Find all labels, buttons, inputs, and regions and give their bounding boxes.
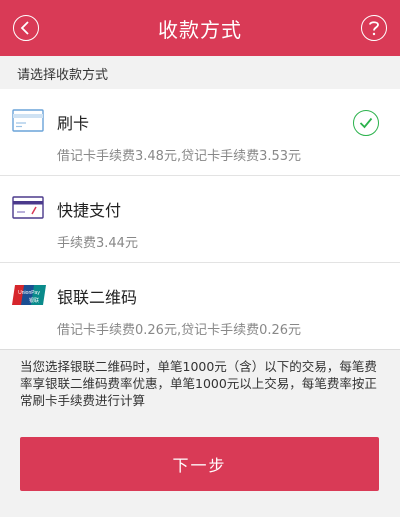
help-icon[interactable] (361, 15, 387, 41)
option-fee: 手续费3.44元 (57, 236, 138, 251)
card-icon (12, 109, 44, 133)
app-header: 收款方式 (0, 0, 400, 56)
next-button[interactable]: 下一步 (20, 437, 379, 491)
section-label: 请选择收款方式 (17, 68, 109, 83)
quick-pay-card-icon (12, 196, 44, 220)
check-icon (353, 110, 379, 136)
svg-text:银联: 银联 (29, 297, 39, 304)
svg-text:UnionPay: UnionPay (18, 290, 40, 296)
fee-notice: 当您选择银联二维码时，单笔1000元（含）以下的交易，每笔费率享银联二维码费率优… (20, 359, 377, 408)
payment-option-quick-pay[interactable]: 快捷支付 手续费3.44元 (0, 176, 400, 263)
payment-option-card[interactable]: 刷卡 借记卡手续费3.48元,贷记卡手续费3.53元 (0, 89, 400, 176)
unionpay-logo-icon: UnionPay 银联 (12, 283, 46, 307)
option-fee: 借记卡手续费3.48元,贷记卡手续费3.53元 (57, 149, 302, 164)
payment-option-unionpay-qr[interactable]: UnionPay 银联 银联二维码 借记卡手续费0.26元,贷记卡手续费0.26… (0, 263, 400, 350)
back-arrow-icon[interactable] (13, 15, 39, 41)
option-name: 银联二维码 (57, 288, 138, 307)
page-title: 收款方式 (158, 17, 242, 42)
option-name: 快捷支付 (57, 201, 122, 220)
option-fee: 借记卡手续费0.26元,贷记卡手续费0.26元 (57, 323, 302, 338)
payment-method-list: 刷卡 借记卡手续费3.48元,贷记卡手续费3.53元 快捷支付 手续费3.44元… (0, 89, 400, 350)
option-name: 刷卡 (57, 114, 90, 133)
